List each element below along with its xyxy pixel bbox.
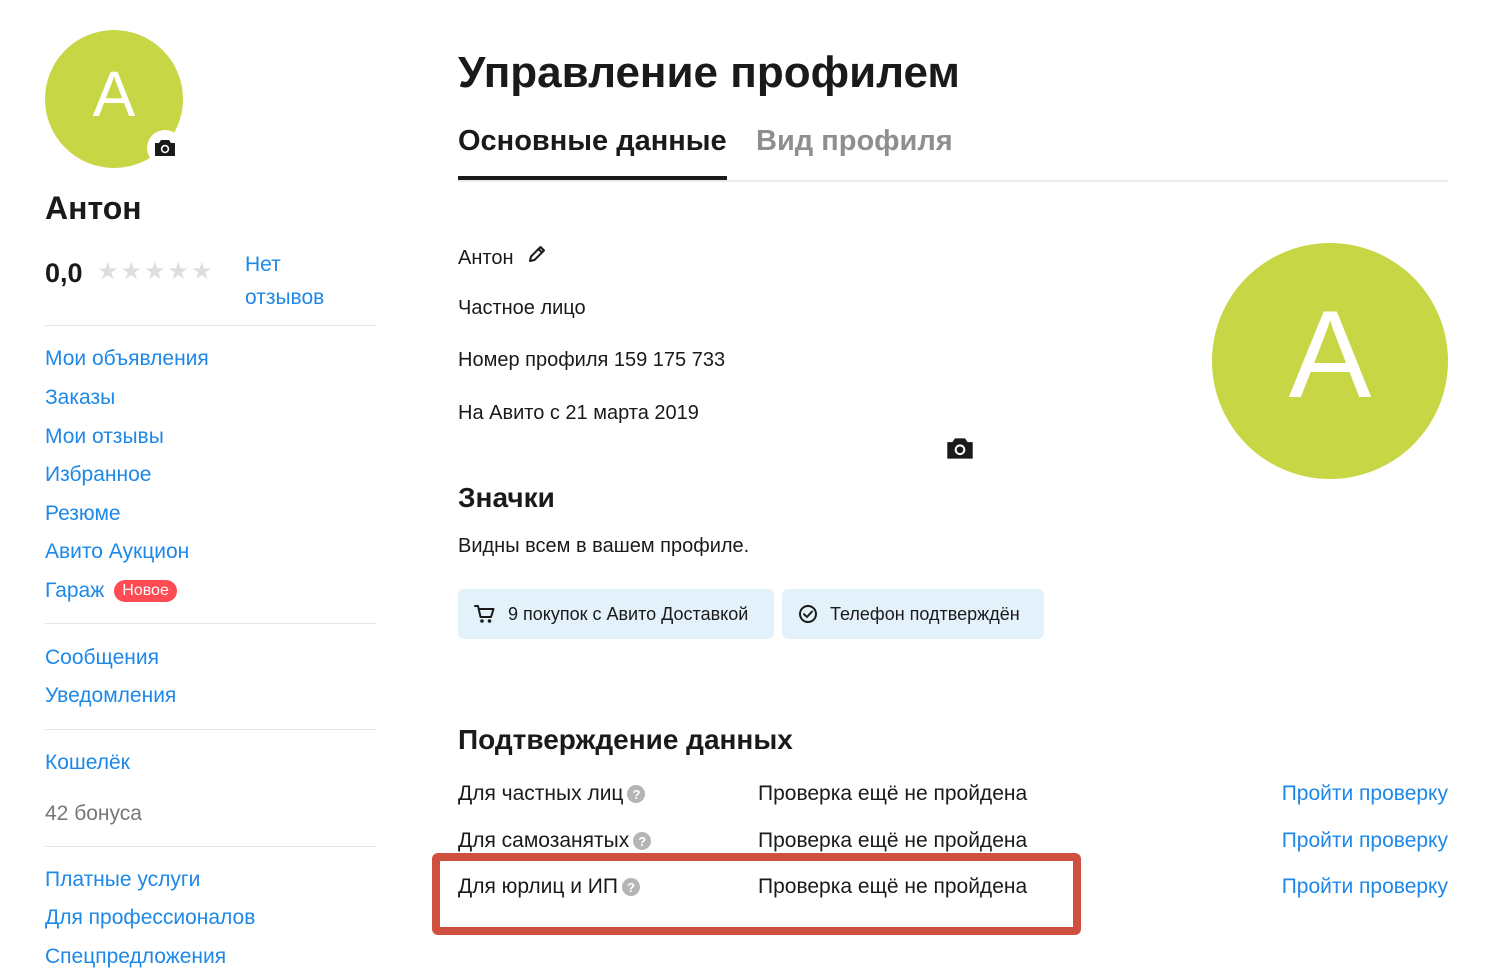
divider: [45, 846, 376, 847]
avatar-letter: А: [1288, 286, 1372, 424]
divider: [45, 729, 376, 730]
profile-number: Номер профиля 159 175 733: [458, 349, 726, 371]
nav-paid-services[interactable]: Платные услуги: [45, 868, 200, 892]
star-icon: ★: [167, 258, 190, 285]
nav-resume[interactable]: Резюме: [45, 502, 121, 526]
no-reviews-link[interactable]: Нет отзывов: [245, 248, 355, 314]
verify-legal-entity-button[interactable]: Пройти проверку: [1282, 875, 1448, 899]
verification-title: Подтверждение данных: [458, 724, 793, 755]
nav-wallet[interactable]: Кошелёк: [45, 751, 130, 775]
nav-my-reviews[interactable]: Мои отзывы: [45, 425, 164, 449]
user-name: Антон: [45, 190, 142, 226]
rating-value: 0,0: [45, 258, 83, 288]
page-title: Управление профилем: [458, 48, 960, 97]
nav-garage[interactable]: Гараж Новое: [45, 579, 177, 603]
nav-favorites[interactable]: Избранное: [45, 463, 151, 487]
member-since: На Авито с 21 марта 2019: [458, 402, 699, 424]
verify-row-private: Для частных лиц ? Проверка ещё не пройде…: [458, 782, 1448, 816]
profile-camera-button[interactable]: [936, 424, 984, 472]
delivery-badge: 9 покупок с Авито Доставкой: [458, 589, 774, 639]
sidebar: А Антон 0,0 ★ ★ ★ ★ ★ Нет отзывов Мои об…: [45, 30, 376, 968]
profile-tabs: Основные данные Вид профиля: [458, 125, 1448, 182]
tab-profile-view[interactable]: Вид профиля: [756, 125, 953, 158]
question-icon[interactable]: ?: [627, 785, 646, 803]
verify-label: Для самозанятых ?: [458, 829, 652, 853]
verify-label: Для частных лиц ?: [458, 782, 646, 806]
pencil-icon[interactable]: [527, 244, 547, 264]
rating-row: 0,0 ★ ★ ★ ★ ★ Нет отзывов: [45, 248, 376, 334]
nav-notifications[interactable]: Уведомления: [45, 684, 176, 708]
sidebar-camera-button[interactable]: [147, 130, 183, 166]
check-circle-icon: [799, 605, 817, 623]
account-type: Частное лицо: [458, 297, 586, 319]
cart-icon: [474, 605, 495, 623]
profile-avatar[interactable]: А: [1212, 243, 1448, 479]
camera-icon: [947, 437, 973, 459]
verify-label-text: Для самозанятых: [458, 829, 630, 852]
verify-private-button[interactable]: Пройти проверку: [1282, 782, 1448, 806]
nav-messages[interactable]: Сообщения: [45, 646, 159, 670]
verify-status: Проверка ещё не пройдена: [758, 782, 1028, 805]
star-icon: ★: [144, 258, 166, 285]
highlight-annotation: [432, 853, 1081, 935]
divider: [45, 325, 376, 326]
badges-title: Значки: [458, 482, 555, 513]
rating-stars: ★ ★ ★ ★ ★: [97, 260, 213, 284]
verify-label-text: Для частных лиц: [458, 782, 624, 805]
nav-my-ads[interactable]: Мои объявления: [45, 347, 209, 371]
profile-name: Антон: [458, 247, 514, 269]
nav-auction[interactable]: Авито Аукцион: [45, 540, 189, 564]
divider: [45, 623, 376, 624]
profile-name-row: Антон: [458, 244, 547, 270]
phone-verified-label: Телефон подтверждён: [830, 603, 1020, 624]
nav-orders[interactable]: Заказы: [45, 386, 115, 410]
phone-verified-badge: Телефон подтверждён: [782, 589, 1044, 639]
camera-icon: [155, 140, 175, 156]
bonus-count: 42 бонуса: [45, 802, 142, 825]
delivery-badge-label: 9 покупок с Авито Доставкой: [508, 603, 749, 624]
star-icon: ★: [97, 258, 119, 285]
verify-selfemployed-button[interactable]: Пройти проверку: [1282, 829, 1448, 853]
verify-status: Проверка ещё не пройдена: [758, 829, 1028, 852]
badges-subtitle: Видны всем в вашем профиле.: [458, 535, 750, 557]
tab-basic-data[interactable]: Основные данные: [458, 125, 727, 180]
nav-for-professionals[interactable]: Для профессионалов: [45, 906, 255, 930]
nav-special-offers[interactable]: Спецпредложения: [45, 945, 226, 969]
avatar-letter: А: [92, 58, 136, 130]
main-content: Управление профилем Основные данные Вид …: [458, 0, 1448, 974]
nav-garage-label: Гараж: [45, 579, 105, 602]
new-badge: Новое: [114, 580, 177, 602]
question-icon[interactable]: ?: [633, 832, 652, 850]
star-icon: ★: [191, 258, 213, 285]
star-icon: ★: [120, 258, 143, 285]
